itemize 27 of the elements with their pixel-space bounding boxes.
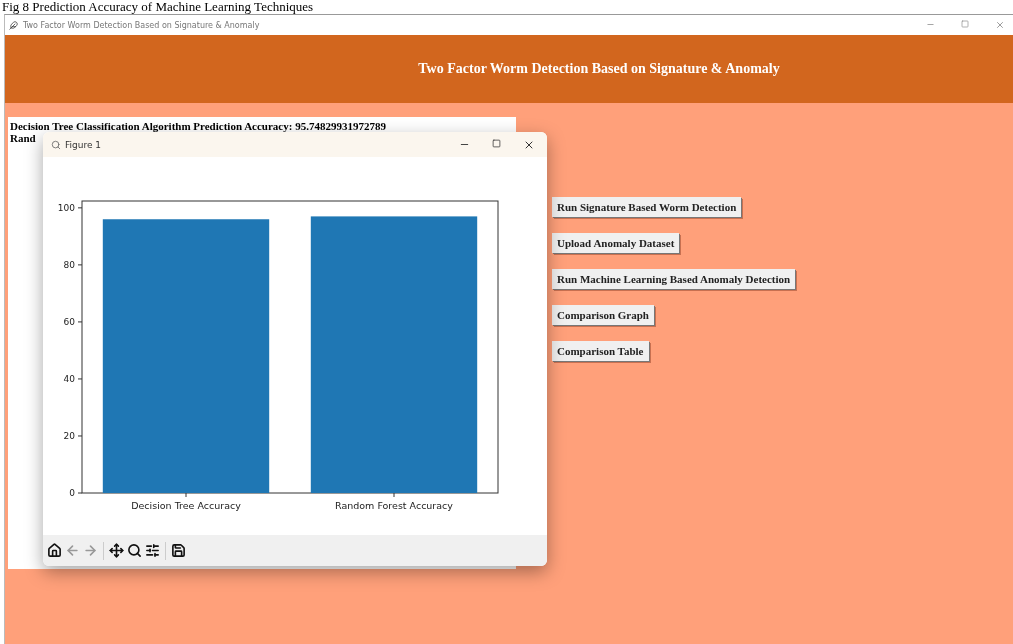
action-button[interactable]: Run Machine Learning Based Anomaly Detection (552, 269, 796, 289)
figure-caption: Fig 8 Prediction Accuracy of Machine Learning Techniques (1, 0, 315, 14)
app-heading: Two Factor Worm Detection Based on Signature & Anomaly (417, 61, 780, 77)
y-tick-label: 0 (69, 488, 75, 498)
action-button[interactable]: Comparison Table (552, 341, 649, 361)
feather-icon (9, 20, 18, 30)
action-button[interactable]: Run Signature Based Worm Detection (552, 197, 742, 217)
y-tick-label: 80 (63, 259, 75, 270)
y-tick-label: 60 (63, 316, 75, 327)
x-category-label: Random Forest Accuracy (335, 500, 453, 511)
zoom-button[interactable] (127, 543, 142, 558)
action-button[interactable]: Upload Anomaly Dataset (552, 233, 680, 253)
y-tick-label: 100 (57, 202, 75, 213)
window-title: Two Factor Worm Detection Based on Signature & Anomaly (23, 20, 260, 30)
output-line: Decision Tree Classification Algorithm Prediction Accuracy: 95.74829931972789 (10, 120, 386, 132)
figure-title: Figure 1 (65, 139, 102, 150)
home-button[interactable] (47, 543, 62, 558)
figure-app-icon (51, 139, 61, 150)
y-tick-label: 20 (63, 430, 75, 441)
output-line: Rand (10, 132, 36, 144)
move-button[interactable] (109, 543, 124, 558)
maximize-icon[interactable] (492, 138, 501, 148)
action-button[interactable]: Comparison Graph (552, 305, 654, 325)
x-category-label: Decision Tree Accuracy (131, 500, 241, 511)
save-button[interactable] (171, 543, 186, 558)
sliders-button[interactable] (145, 543, 160, 558)
y-tick-label: 40 (63, 373, 75, 384)
